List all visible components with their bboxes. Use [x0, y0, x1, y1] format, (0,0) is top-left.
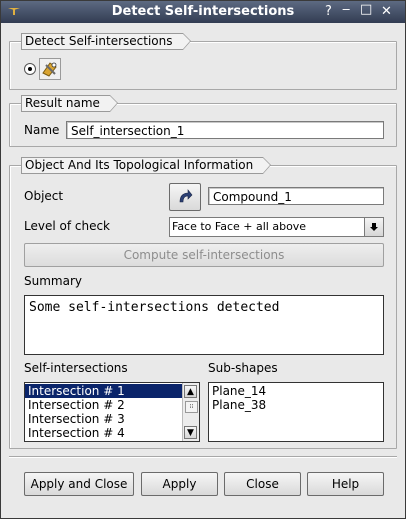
minimize-icon[interactable]: ‒	[342, 2, 350, 17]
self-intersection-tool-icon[interactable]	[39, 58, 61, 80]
summary-label: Summary	[24, 274, 82, 288]
result-name-input[interactable]: Self_intersection_1	[66, 121, 384, 139]
separator	[9, 456, 397, 458]
result-name-group-title: Result name	[21, 95, 118, 112]
close-label: Close	[246, 477, 279, 491]
list-item[interactable]: Intersection # 3	[25, 412, 199, 426]
summary-text[interactable]: Some self-intersections detected	[24, 295, 384, 355]
help-label: Help	[331, 477, 360, 491]
chevron-down-icon[interactable]	[364, 218, 383, 236]
help-icon[interactable]: ?	[325, 4, 332, 19]
dialog-window: Detect Self-intersections ? ‒ □ ✕ Detect…	[0, 0, 406, 519]
list-item[interactable]: Plane_14	[209, 384, 383, 398]
list-item[interactable]: Intersection # 1	[25, 384, 199, 398]
object-select-button[interactable]	[169, 183, 201, 211]
detect-mode-radio[interactable]	[24, 63, 36, 75]
scroll-down-icon[interactable]: ▼	[184, 426, 197, 439]
intersection-shape-icon	[42, 62, 57, 77]
close-button[interactable]: Close	[224, 472, 301, 496]
sub-shapes-list[interactable]: Plane_14 Plane_38	[208, 382, 384, 442]
close-icon[interactable]: ✕	[381, 4, 392, 19]
help-button[interactable]: Help	[307, 472, 384, 496]
object-group-title: Object And Its Topological Information	[21, 157, 272, 174]
arrow-select-icon	[179, 189, 193, 203]
detect-group-title: Detect Self-intersections	[21, 33, 190, 50]
apply-label: Apply	[162, 477, 197, 491]
object-label: Object	[24, 189, 64, 203]
radio-dot	[28, 67, 32, 71]
sub-shapes-label: Sub-shapes	[208, 361, 278, 375]
apply-and-close-button[interactable]: Apply and Close	[24, 472, 134, 496]
list-item[interactable]: Plane_38	[209, 398, 383, 412]
list-item[interactable]: Intersection # 2	[25, 398, 199, 412]
level-of-check-label: Level of check	[24, 219, 111, 233]
scroll-up-icon[interactable]: ▲	[184, 385, 197, 398]
object-input[interactable]: Compound_1	[208, 187, 384, 205]
name-label: Name	[24, 123, 60, 137]
level-of-check-value: Face to Face + all above	[172, 220, 307, 233]
scroll-thumb[interactable]: ⁝⁝	[185, 401, 198, 413]
compute-self-intersections-button[interactable]: Compute self-intersections	[24, 243, 384, 267]
list-item[interactable]: Intersection # 4	[25, 426, 199, 440]
apply-button[interactable]: Apply	[141, 472, 218, 496]
scrollbar[interactable]: ▲ ⁝⁝ ▼	[182, 383, 199, 441]
self-intersections-list[interactable]: Intersection # 1 Intersection # 2 Intersec…	[24, 382, 200, 442]
maximize-icon[interactable]: □	[360, 2, 372, 17]
level-of-check-select[interactable]: Face to Face + all above	[169, 217, 384, 237]
self-intersections-label: Self-intersections	[24, 361, 128, 375]
title-bar[interactable]: Detect Self-intersections ? ‒ □ ✕	[1, 1, 405, 23]
apply-and-close-label: Apply and Close	[30, 477, 128, 491]
